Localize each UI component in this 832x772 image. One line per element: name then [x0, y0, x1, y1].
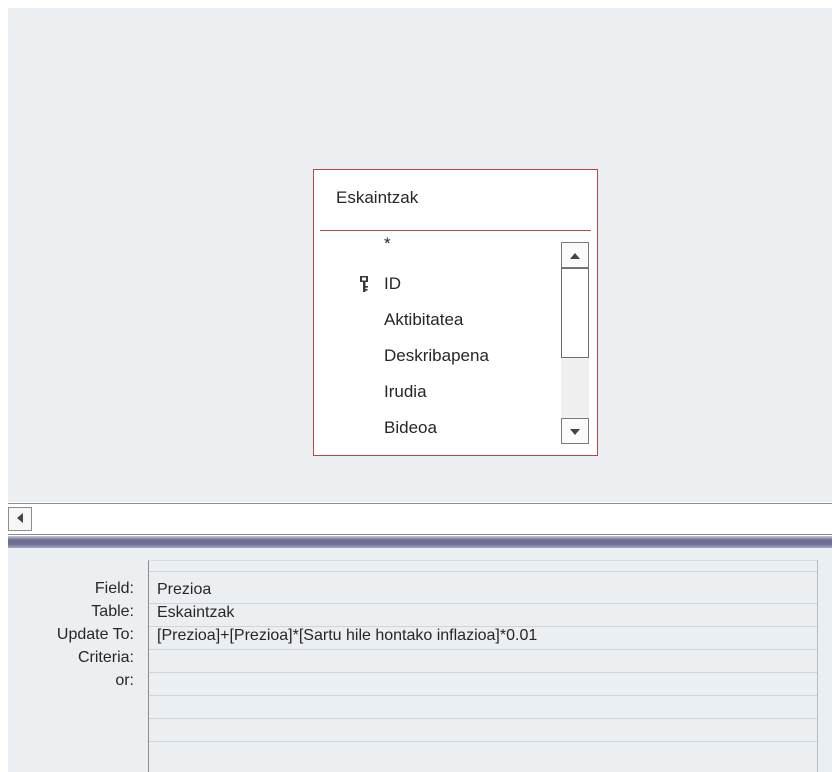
grid-rule	[149, 718, 818, 719]
field-item-all[interactable]: *	[384, 234, 391, 254]
scroll-left-button[interactable]	[8, 507, 32, 531]
label-table: Table:	[91, 603, 134, 620]
horizontal-scrollbar[interactable]	[8, 503, 832, 535]
primary-key-icon	[360, 276, 368, 292]
triangle-down-icon	[570, 422, 580, 440]
cell-field[interactable]: Prezioa	[157, 581, 211, 599]
query-design-pane[interactable]: Eskaintzak * ID Aktibitatea Deskribapena…	[8, 8, 832, 502]
field-item-id[interactable]: ID	[384, 274, 401, 294]
field-list-divider	[320, 230, 591, 231]
scroll-thumb[interactable]	[561, 268, 589, 358]
cell-update-to[interactable]: [Prezioa]+[Prezioa]*[Sartu hile hontako …	[157, 627, 537, 645]
label-criteria: Criteria:	[77, 649, 134, 666]
query-design-grid: Field: Table: Update To: Criteria: or: P…	[8, 548, 832, 772]
scroll-down-button[interactable]	[561, 418, 589, 444]
scroll-up-button[interactable]	[561, 242, 589, 268]
field-item-aktibitatea[interactable]: Aktibitatea	[384, 310, 463, 330]
field-list-title[interactable]: Eskaintzak	[336, 188, 418, 208]
grid-rule	[149, 695, 818, 696]
triangle-up-icon	[570, 246, 580, 264]
field-item-deskribapena[interactable]: Deskribapena	[384, 346, 489, 366]
table-field-list-eskaintzak[interactable]: Eskaintzak * ID Aktibitatea Deskribapena…	[313, 169, 598, 456]
grid-column-1[interactable]: Prezioa Eskaintzak [Prezioa]+[Prezioa]*[…	[148, 560, 818, 772]
cell-table[interactable]: Eskaintzak	[157, 604, 234, 622]
triangle-left-icon	[17, 510, 23, 528]
grid-rule	[149, 672, 818, 673]
label-or: or:	[115, 672, 134, 689]
grid-rule	[149, 649, 818, 650]
grid-rule	[149, 571, 818, 572]
field-item-irudia[interactable]: Irudia	[384, 382, 427, 402]
pane-splitter[interactable]	[8, 536, 832, 548]
field-item-bideoa[interactable]: Bideoa	[384, 418, 437, 438]
grid-column-divider	[817, 560, 818, 772]
grid-rule	[149, 741, 818, 742]
field-list-scrollbar[interactable]	[561, 232, 591, 444]
label-field: Field:	[94, 580, 134, 597]
label-update-to: Update To:	[56, 626, 134, 643]
grid-rule	[149, 603, 818, 604]
